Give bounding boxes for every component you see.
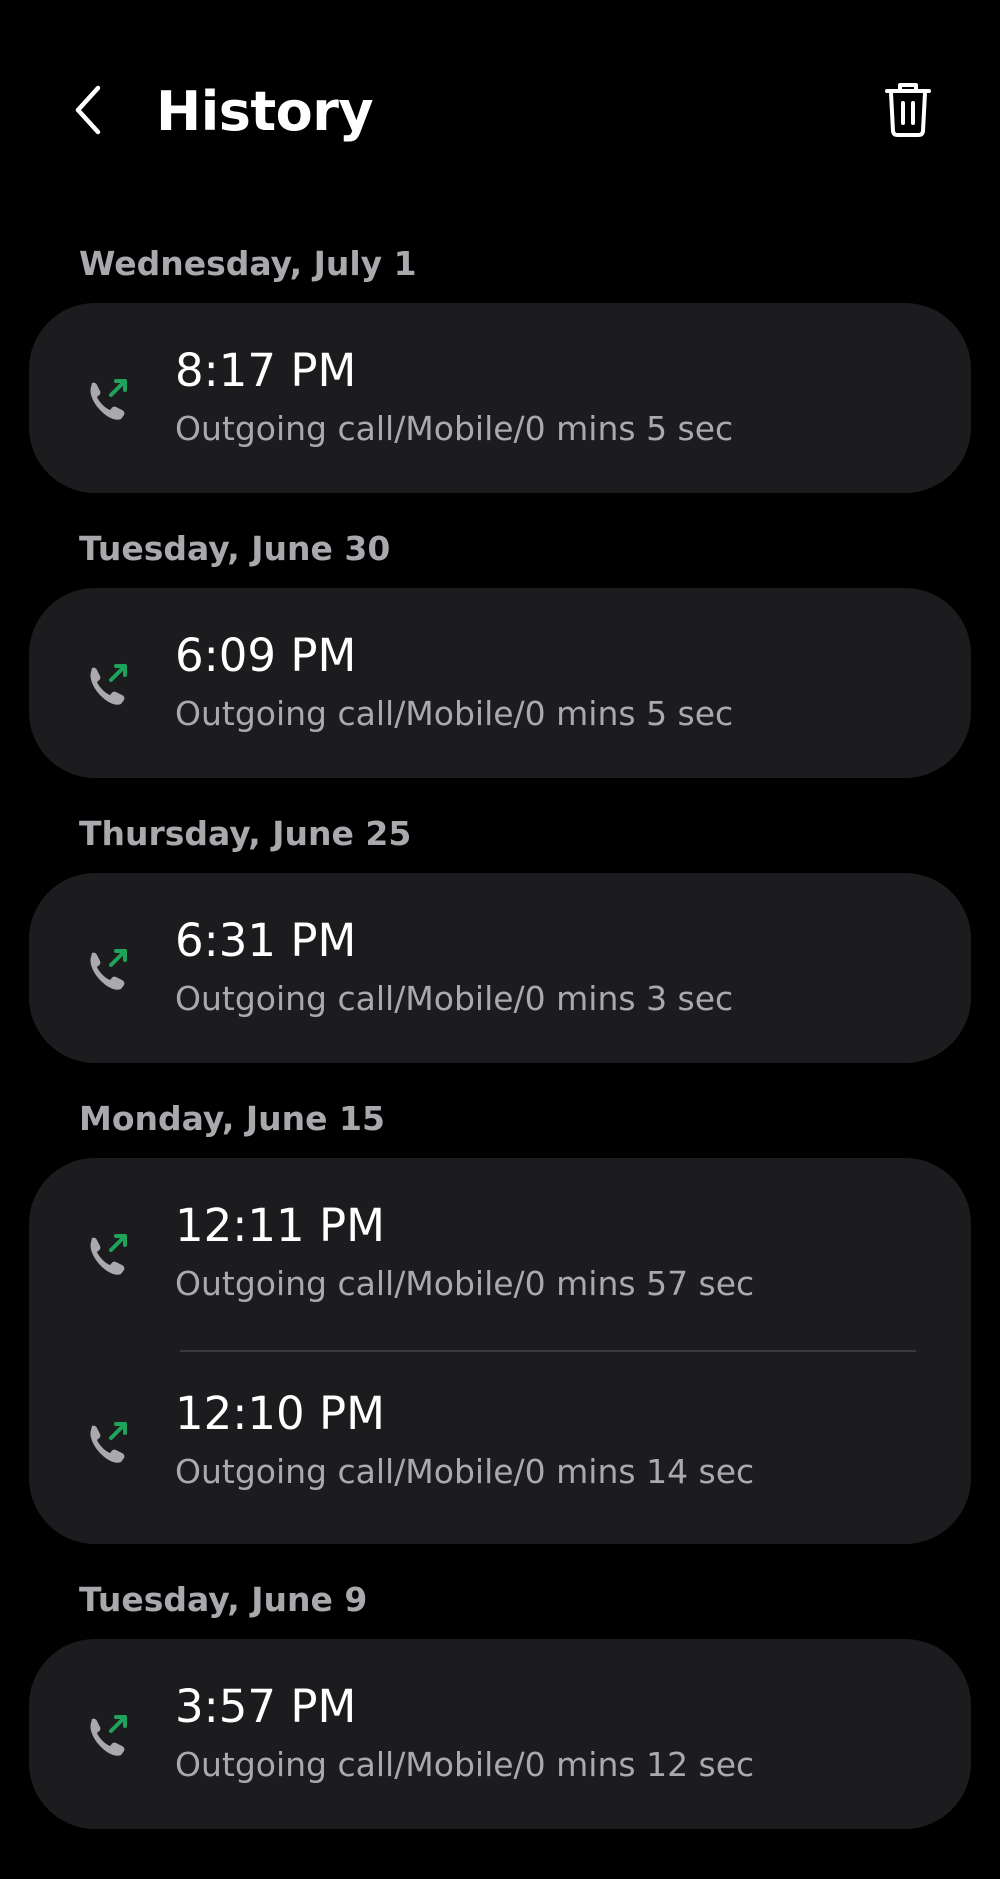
date-header: Thursday, June 25 — [79, 814, 412, 853]
outgoing-call-icon — [90, 664, 127, 705]
date-header: Tuesday, June 30 — [79, 529, 391, 568]
call-time: 8:17 PM — [175, 344, 357, 397]
call-time: 3:57 PM — [175, 1680, 357, 1733]
call-detail: Outgoing call/Mobile/0 mins 5 sec — [175, 409, 734, 448]
trash-icon — [885, 83, 931, 137]
call-log-item[interactable]: 12:11 PM Outgoing call/Mobile/0 mins 57 … — [29, 1158, 971, 1350]
app-bar: History — [0, 0, 1000, 230]
call-group-card: 6:09 PM Outgoing call/Mobile/0 mins 5 se… — [29, 588, 971, 778]
call-log-item[interactable]: 12:10 PM Outgoing call/Mobile/0 mins 14 … — [29, 1352, 971, 1544]
call-time: 6:09 PM — [175, 629, 357, 682]
outgoing-call-icon — [90, 1715, 127, 1756]
call-detail: Outgoing call/Mobile/0 mins 12 sec — [175, 1745, 755, 1784]
call-group-card: 3:57 PM Outgoing call/Mobile/0 mins 12 s… — [29, 1639, 971, 1829]
call-group-card: 6:31 PM Outgoing call/Mobile/0 mins 3 se… — [29, 873, 971, 1063]
call-group-card: 8:17 PM Outgoing call/Mobile/0 mins 5 se… — [29, 303, 971, 493]
call-history-list: Wednesday, July 1 8:17 PM Outgoing call/… — [0, 240, 1000, 1861]
chevron-left-icon — [75, 85, 101, 135]
outgoing-call-icon — [90, 379, 127, 420]
page-title: History — [156, 80, 374, 143]
outgoing-call-icon — [90, 1422, 127, 1463]
date-header: Monday, June 15 — [79, 1099, 385, 1138]
date-header: Tuesday, June 9 — [79, 1580, 368, 1619]
outgoing-call-icon — [90, 949, 127, 990]
call-detail: Outgoing call/Mobile/0 mins 14 sec — [175, 1452, 755, 1491]
call-log-item[interactable]: 3:57 PM Outgoing call/Mobile/0 mins 12 s… — [29, 1639, 971, 1829]
call-group-card: 12:11 PM Outgoing call/Mobile/0 mins 57 … — [29, 1158, 971, 1544]
call-time: 12:11 PM — [175, 1199, 385, 1252]
call-log-item[interactable]: 6:09 PM Outgoing call/Mobile/0 mins 5 se… — [29, 588, 971, 778]
delete-button[interactable] — [876, 78, 940, 142]
call-detail: Outgoing call/Mobile/0 mins 3 sec — [175, 979, 734, 1018]
call-log-item[interactable]: 6:31 PM Outgoing call/Mobile/0 mins 3 se… — [29, 873, 971, 1063]
back-button[interactable] — [56, 78, 120, 142]
outgoing-call-icon — [90, 1234, 127, 1275]
call-detail: Outgoing call/Mobile/0 mins 57 sec — [175, 1264, 755, 1303]
call-detail: Outgoing call/Mobile/0 mins 5 sec — [175, 694, 734, 733]
call-time: 12:10 PM — [175, 1387, 385, 1440]
call-log-item[interactable]: 8:17 PM Outgoing call/Mobile/0 mins 5 se… — [29, 303, 971, 493]
date-header: Wednesday, July 1 — [79, 244, 417, 283]
call-time: 6:31 PM — [175, 914, 357, 967]
